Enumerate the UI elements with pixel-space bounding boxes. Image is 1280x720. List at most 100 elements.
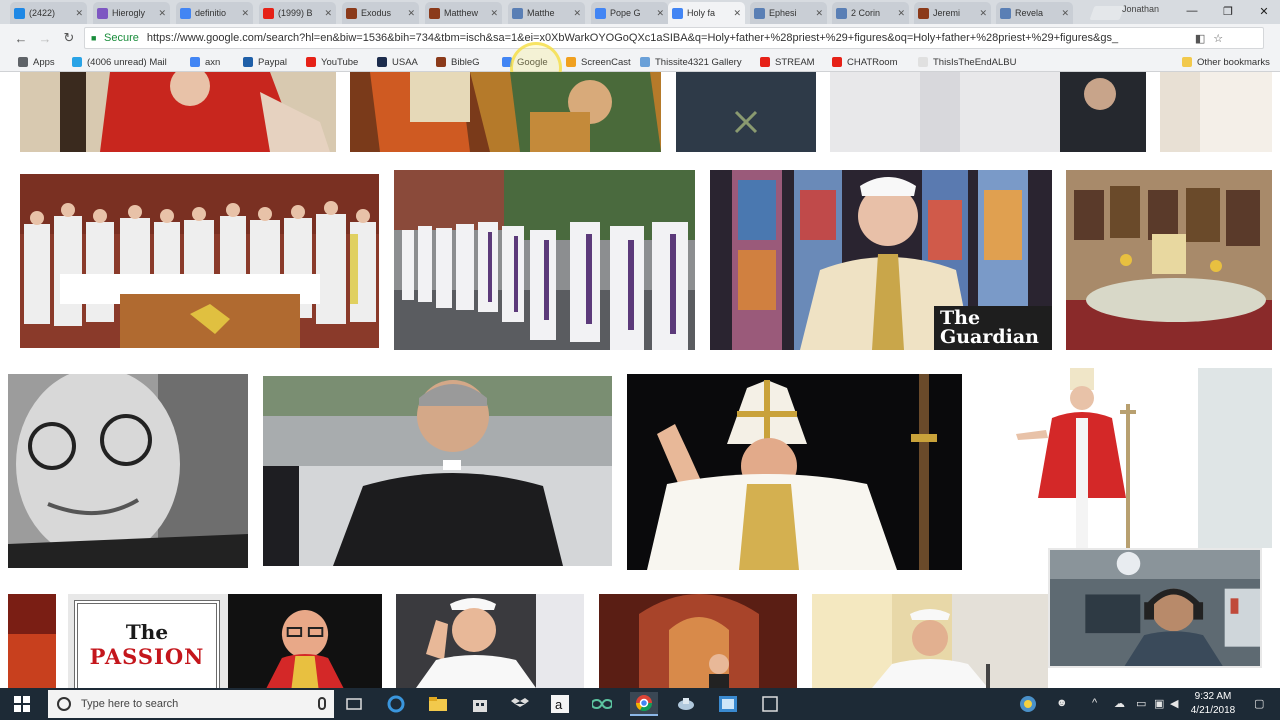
bookmark-bibleg[interactable]: BibleG bbox=[436, 55, 480, 69]
translate-icon[interactable]: ◧ bbox=[1195, 32, 1205, 45]
image-result[interactable] bbox=[830, 72, 1146, 152]
weather-icon[interactable] bbox=[1014, 692, 1042, 716]
taskbar-clock[interactable]: 9:32 AM 4/21/2018 bbox=[1180, 690, 1246, 718]
bookmark-screencast[interactable]: ScreenCast bbox=[566, 55, 631, 69]
file-explorer-icon[interactable] bbox=[424, 692, 452, 716]
tab-4[interactable]: (1999) B ✕ bbox=[259, 2, 336, 24]
infinity-app-icon[interactable] bbox=[588, 692, 616, 716]
tab-8[interactable]: Pope G ✕ bbox=[591, 2, 668, 24]
tab-close-icon[interactable]: ✕ bbox=[656, 8, 664, 19]
back-arrow-icon[interactable]: ← bbox=[12, 30, 30, 46]
tab-9-active[interactable]: Holy fa ✕ bbox=[668, 2, 745, 24]
priest-red-vestment-image bbox=[20, 72, 336, 152]
image-result[interactable] bbox=[599, 594, 797, 688]
other-bookmarks[interactable]: Other bookmarks bbox=[1182, 55, 1270, 69]
window-profile-name[interactable]: Jonathan bbox=[1122, 4, 1159, 14]
bookmark-gallery[interactable]: Thissite4321 Gallery bbox=[640, 55, 742, 69]
bookmarks-bar: Apps (4006 unread) Mail axn Paypal YouTu… bbox=[0, 42, 1280, 94]
tab-close-icon[interactable]: ✕ bbox=[573, 8, 581, 19]
url-text[interactable]: https://www.google.com/search?hl=en&biw=… bbox=[147, 32, 1187, 44]
tab-5[interactable]: Exodus ✕ bbox=[342, 2, 419, 24]
image-result[interactable] bbox=[394, 170, 695, 350]
bookmark-apps[interactable]: Apps bbox=[18, 55, 55, 69]
battery-icon[interactable]: ▭ bbox=[1136, 697, 1146, 710]
image-result[interactable] bbox=[812, 594, 1048, 688]
bookmark-youtube[interactable]: YouTube bbox=[306, 55, 358, 69]
image-result[interactable] bbox=[8, 594, 56, 688]
tab-1[interactable]: (2422) ✕ bbox=[10, 2, 87, 24]
task-view-icon[interactable] bbox=[340, 692, 368, 716]
people-icon[interactable]: ☻ bbox=[1056, 697, 1068, 709]
image-result[interactable] bbox=[627, 374, 962, 570]
amazon-icon[interactable]: a bbox=[546, 692, 574, 716]
screencast-app-icon[interactable] bbox=[714, 692, 742, 716]
image-result[interactable] bbox=[976, 368, 1198, 548]
address-bar[interactable]: ■ Secure https://www.google.com/search?h… bbox=[84, 27, 1264, 49]
taskbar-search-box[interactable]: Type here to search bbox=[48, 690, 334, 718]
notifications-icon[interactable]: ▢ bbox=[1254, 697, 1264, 710]
image-result[interactable] bbox=[1066, 170, 1272, 350]
chrome-icon[interactable] bbox=[630, 692, 658, 716]
bookmark-stream[interactable]: STREAM bbox=[760, 55, 815, 69]
tab-11[interactable]: 2 Corin ✕ bbox=[832, 2, 909, 24]
image-result[interactable] bbox=[8, 374, 248, 568]
image-result[interactable] bbox=[676, 72, 816, 152]
edge-browser-icon[interactable] bbox=[382, 692, 410, 716]
tab-6[interactable]: Matthew ✕ bbox=[425, 2, 502, 24]
image-result[interactable]: The PASSION bbox=[68, 594, 382, 688]
image-result[interactable] bbox=[20, 72, 336, 152]
minimize-icon[interactable]: — bbox=[1180, 2, 1204, 20]
close-window-icon[interactable]: ✕ bbox=[1252, 2, 1276, 20]
tab-close-icon[interactable]: ✕ bbox=[1061, 8, 1069, 19]
image-result[interactable] bbox=[20, 174, 379, 348]
network-app-icon[interactable] bbox=[672, 692, 700, 716]
bookmark-album[interactable]: ThisIsTheEndALBU bbox=[918, 55, 1016, 69]
tab-close-icon[interactable]: ✕ bbox=[158, 8, 166, 19]
tab-10[interactable]: Ephesi ✕ bbox=[750, 2, 827, 24]
bookmark-axn[interactable]: axn bbox=[190, 55, 220, 69]
tab-close-icon[interactable]: ✕ bbox=[490, 8, 498, 19]
tab-close-icon[interactable]: ✕ bbox=[733, 8, 741, 19]
image-result[interactable] bbox=[1160, 72, 1272, 152]
tab-12[interactable]: Jeremi ✕ bbox=[914, 2, 991, 24]
onedrive-icon[interactable]: ☁ bbox=[1114, 697, 1125, 710]
reload-icon[interactable]: ↻ bbox=[60, 30, 78, 46]
tab-close-icon[interactable]: ✕ bbox=[241, 8, 249, 19]
tab-2[interactable]: Hierogly ✕ bbox=[93, 2, 170, 24]
clock-date: 4/21/2018 bbox=[1190, 705, 1236, 716]
image-result[interactable] bbox=[1198, 368, 1272, 548]
bookmark-usaa[interactable]: USAA bbox=[377, 55, 418, 69]
tab-3[interactable]: definitio ✕ bbox=[176, 2, 253, 24]
bookmark-google[interactable]: Google bbox=[502, 55, 548, 69]
forward-arrow-icon[interactable]: → bbox=[36, 30, 54, 46]
tab-close-icon[interactable]: ✕ bbox=[897, 8, 905, 19]
bookmark-mail[interactable]: (4006 unread) Mail bbox=[72, 55, 167, 69]
bookmark-chatroom[interactable]: CHATRoom bbox=[832, 55, 898, 69]
tab-close-icon[interactable]: ✕ bbox=[979, 8, 987, 19]
tab-close-icon[interactable]: ✕ bbox=[324, 8, 332, 19]
new-tab-button[interactable] bbox=[1089, 6, 1125, 20]
tab-close-icon[interactable]: ✕ bbox=[75, 8, 83, 19]
tab-7[interactable]: Matthe ✕ bbox=[508, 2, 585, 24]
image-result[interactable] bbox=[396, 594, 584, 688]
volume-icon[interactable]: ◀ bbox=[1170, 697, 1178, 710]
tab-favicon-icon bbox=[429, 7, 440, 19]
microphone-icon[interactable] bbox=[318, 697, 326, 710]
bookmark-paypal[interactable]: Paypal bbox=[243, 55, 287, 69]
maximize-icon[interactable]: ❐ bbox=[1216, 2, 1240, 20]
show-hidden-icons-icon[interactable]: ^ bbox=[1092, 697, 1097, 709]
windows-start-icon[interactable] bbox=[14, 696, 30, 712]
image-result[interactable]: The Guardian bbox=[710, 170, 1052, 350]
store-icon[interactable] bbox=[466, 692, 494, 716]
bookmark-star-icon[interactable]: ☆ bbox=[1213, 32, 1223, 45]
tab-favicon-icon bbox=[836, 7, 847, 19]
tab-13[interactable]: Revela ✕ bbox=[996, 2, 1073, 24]
image-result[interactable] bbox=[263, 376, 612, 566]
dropbox-icon[interactable] bbox=[506, 692, 534, 716]
network-icon[interactable]: ▣ bbox=[1154, 697, 1164, 710]
tab-close-icon[interactable]: ✕ bbox=[815, 8, 823, 19]
image-result[interactable] bbox=[350, 72, 661, 152]
tab-close-icon[interactable]: ✕ bbox=[407, 8, 415, 19]
window-app-icon[interactable] bbox=[756, 692, 784, 716]
bookmark-favicon-icon bbox=[190, 57, 200, 67]
